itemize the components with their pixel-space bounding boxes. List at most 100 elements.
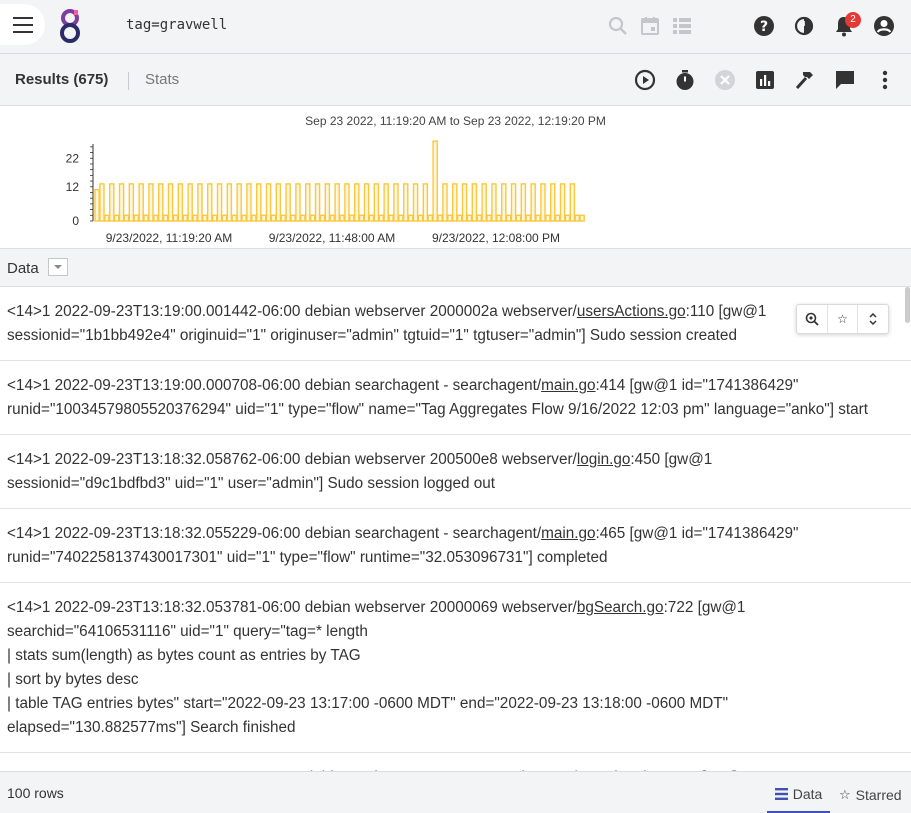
histogram-bar[interactable] xyxy=(358,214,365,222)
histogram-bar[interactable] xyxy=(466,214,473,222)
histogram-bar[interactable] xyxy=(510,183,517,222)
histogram-bar[interactable] xyxy=(94,188,100,222)
histogram-bar[interactable] xyxy=(442,183,448,222)
histogram-bar[interactable] xyxy=(221,214,228,222)
histogram-bar[interactable] xyxy=(314,183,321,222)
histogram-bar[interactable] xyxy=(496,214,502,222)
histogram-bar[interactable] xyxy=(403,183,409,222)
histogram-bar[interactable] xyxy=(280,214,287,222)
histogram-bar[interactable] xyxy=(206,183,213,222)
histogram-bar[interactable] xyxy=(564,214,571,222)
histogram-bar[interactable] xyxy=(275,183,282,222)
help-button[interactable]: ? xyxy=(751,13,777,39)
source-file-link[interactable]: login.go xyxy=(577,451,631,468)
comments-button[interactable] xyxy=(832,67,858,93)
cancel-search-button[interactable] xyxy=(712,67,738,93)
histogram-bar[interactable] xyxy=(456,214,463,222)
histogram-bar[interactable] xyxy=(427,214,434,222)
theme-toggle-button[interactable] xyxy=(791,13,817,39)
explore-entry-button[interactable] xyxy=(797,305,828,333)
histogram-bar[interactable] xyxy=(187,183,193,222)
histogram-bar[interactable] xyxy=(256,183,262,222)
histogram-bar[interactable] xyxy=(545,214,551,222)
histogram-bar[interactable] xyxy=(452,183,458,222)
log-entry[interactable]: <14>1 2022-09-23T13:18:32.055229-06:00 d… xyxy=(0,509,911,583)
histogram-bar[interactable] xyxy=(486,214,492,222)
source-file-link[interactable]: main.go xyxy=(541,525,595,542)
histogram-bar[interactable] xyxy=(128,183,135,222)
histogram-bar[interactable] xyxy=(153,214,159,222)
histogram-bar[interactable] xyxy=(172,214,179,222)
histogram-bar[interactable] xyxy=(481,183,487,222)
histogram-bar[interactable] xyxy=(265,183,272,222)
histogram-bar[interactable] xyxy=(432,140,438,222)
histogram-bar[interactable] xyxy=(123,214,130,222)
run-search-button[interactable] xyxy=(632,67,658,93)
histogram-bar[interactable] xyxy=(309,214,316,222)
histogram-bar[interactable] xyxy=(520,183,527,222)
histogram-bar[interactable] xyxy=(515,214,522,222)
histogram-bar[interactable] xyxy=(540,183,546,222)
histogram-bar[interactable] xyxy=(231,214,237,222)
histogram-bar[interactable] xyxy=(157,183,164,222)
tools-button[interactable] xyxy=(792,67,818,93)
results-scrollbar[interactable] xyxy=(905,287,910,323)
histogram-bar[interactable] xyxy=(270,214,277,222)
log-entry[interactable]: <14>1 2022-09-23T13:18:32.053647-06:00 d… xyxy=(0,753,911,771)
histogram-bar[interactable] xyxy=(319,214,326,222)
histogram-bar[interactable] xyxy=(393,183,399,222)
histogram-bar[interactable] xyxy=(447,214,453,222)
histogram-bar[interactable] xyxy=(143,214,149,222)
histogram-bar[interactable] xyxy=(388,214,394,222)
histogram-bar[interactable] xyxy=(383,183,389,222)
renderer-dropdown[interactable] xyxy=(48,258,68,276)
source-file-link[interactable]: usersActions.go xyxy=(577,303,686,320)
histogram-bar[interactable] xyxy=(246,183,252,222)
histogram-bar[interactable] xyxy=(471,183,478,222)
histogram-bar[interactable] xyxy=(300,214,306,222)
histogram-bar[interactable] xyxy=(501,183,507,222)
results-tab[interactable]: Results (675) xyxy=(15,71,108,88)
histogram-bar[interactable] xyxy=(491,183,497,222)
histogram-bar[interactable] xyxy=(354,183,360,222)
histogram-bar[interactable] xyxy=(226,183,233,222)
histogram-bar[interactable] xyxy=(104,214,110,222)
histogram-bar[interactable] xyxy=(550,183,556,222)
histogram-bar[interactable] xyxy=(476,214,483,222)
log-entry[interactable]: <14>1 2022-09-23T13:18:32.053781-06:00 d… xyxy=(0,583,911,753)
starred-view-tab[interactable]: ☆ Starred xyxy=(839,776,902,813)
expand-entry-button[interactable] xyxy=(858,305,888,333)
histogram-bar[interactable] xyxy=(211,214,218,222)
histogram-bar[interactable] xyxy=(363,183,370,222)
histogram-bar[interactable] xyxy=(260,214,267,222)
histogram-bar[interactable] xyxy=(236,183,242,222)
histogram-bar[interactable] xyxy=(349,214,355,222)
histogram-bar[interactable] xyxy=(285,183,291,222)
histogram-bar[interactable] xyxy=(412,183,419,222)
data-view-tab[interactable]: Data xyxy=(767,776,830,813)
histogram-bar[interactable] xyxy=(334,183,340,222)
histogram-bar[interactable] xyxy=(554,214,561,222)
histogram-bar[interactable] xyxy=(192,214,198,222)
histogram-bar[interactable] xyxy=(368,214,375,222)
hamburger-menu-button[interactable] xyxy=(0,4,45,45)
log-entry[interactable]: <14>1 2022-09-23T13:19:00.000708-06:00 d… xyxy=(0,361,911,435)
log-entry[interactable]: <14>1 2022-09-23T13:18:32.058762-06:00 d… xyxy=(0,435,911,509)
histogram-bar[interactable] xyxy=(324,183,331,222)
histogram-bar[interactable] xyxy=(216,183,223,222)
histogram-bar[interactable] xyxy=(182,214,188,222)
histogram-bar[interactable] xyxy=(579,214,585,222)
histogram-bar[interactable] xyxy=(162,214,169,222)
histogram-bar[interactable] xyxy=(525,214,532,222)
source-file-link[interactable]: bgSearch.go xyxy=(577,599,664,616)
histogram-bar[interactable] xyxy=(344,183,350,222)
histogram-bar[interactable] xyxy=(133,214,139,222)
histogram-bar[interactable] xyxy=(398,214,404,222)
histogram-bar[interactable] xyxy=(530,183,536,222)
histogram-bar[interactable] xyxy=(437,214,443,222)
stats-tab[interactable]: Stats xyxy=(145,71,179,88)
histogram-bar[interactable] xyxy=(148,183,154,222)
search-query-input[interactable]: tag=gravwell xyxy=(126,17,227,33)
histogram-bar[interactable] xyxy=(373,183,380,222)
histogram-bar[interactable] xyxy=(290,214,296,222)
